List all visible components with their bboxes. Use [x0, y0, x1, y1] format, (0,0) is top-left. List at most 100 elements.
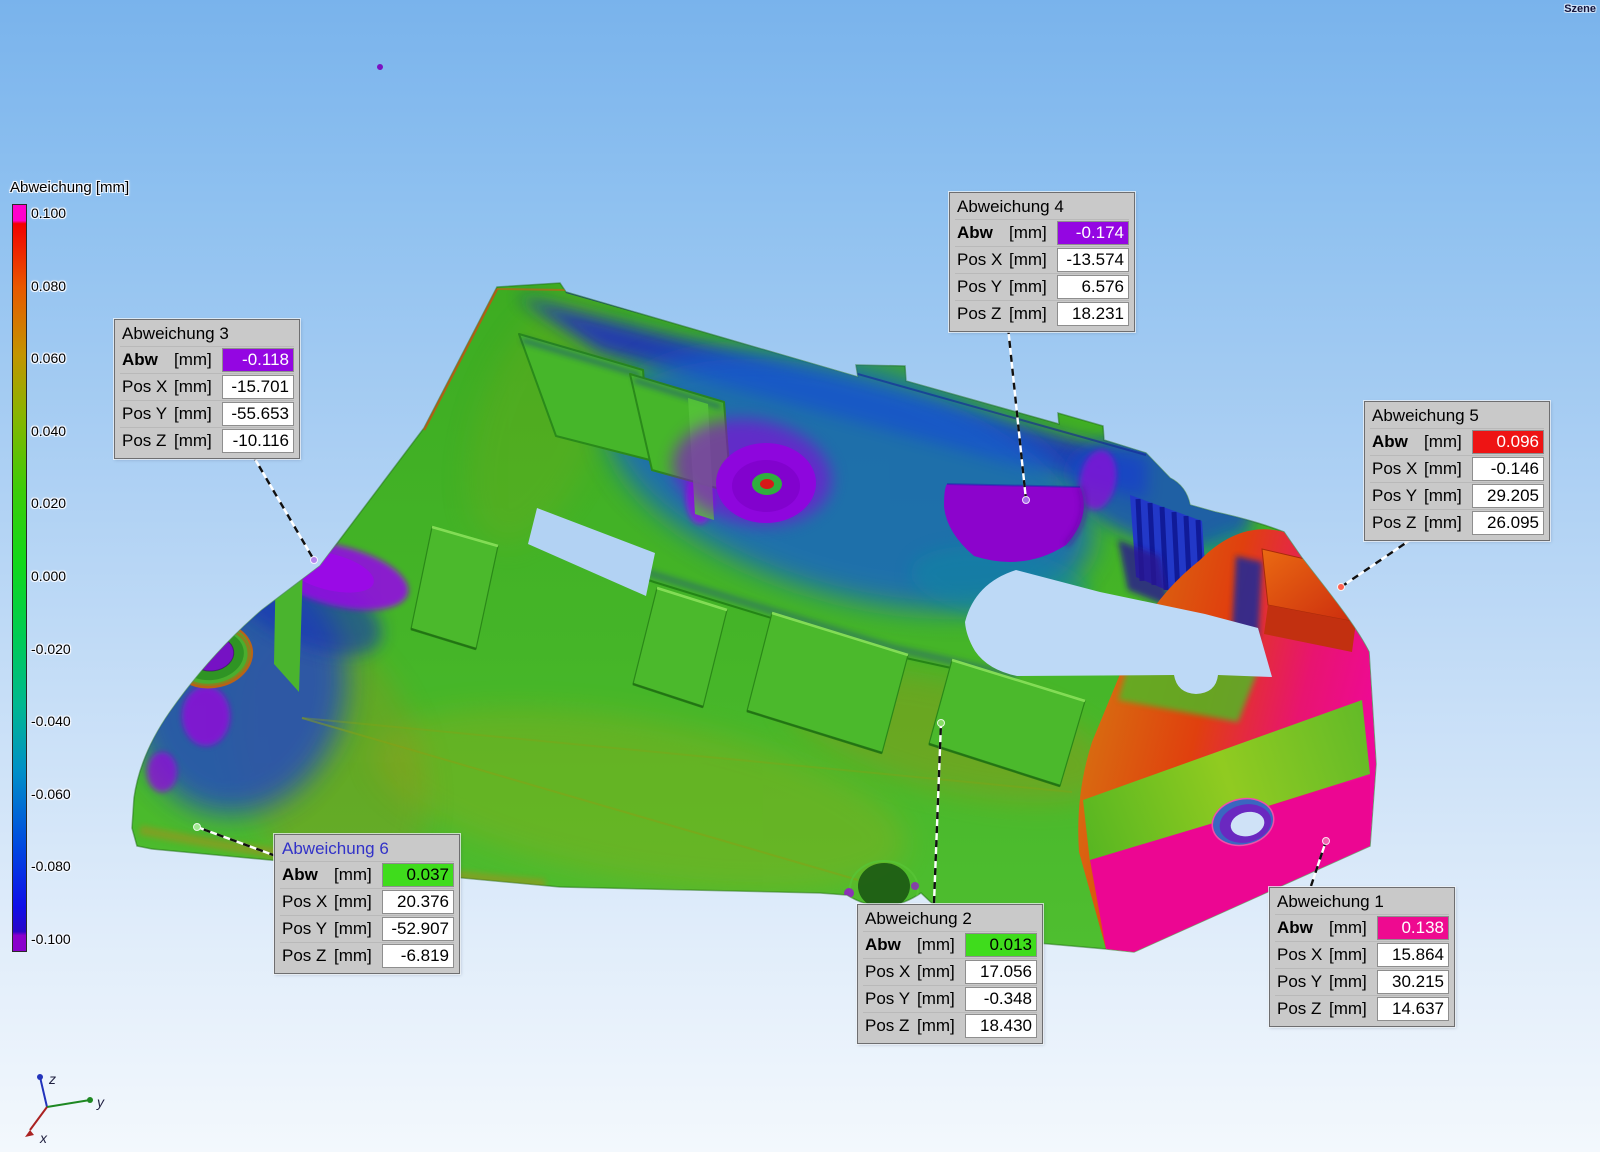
row-unit: [mm] — [1329, 918, 1367, 937]
scene-label: Szene — [1564, 3, 1596, 15]
colorbar-tick: 0.060 — [31, 350, 67, 367]
viewport-3d-scene[interactable]: z y x Abweichung [mm] 0.100 0.080 0.060 0.0… — [0, 0, 1600, 1152]
row-value: -6.819 — [382, 944, 454, 968]
colorbar-tick: 0.000 — [31, 568, 67, 584]
annotation-title: Abweichung 4 — [957, 197, 1064, 216]
annotation-title: Abweichung 6 — [282, 839, 389, 858]
annotation-row: Pos Y [mm] -55.653 — [120, 400, 294, 427]
row-unit: [mm] — [174, 350, 212, 369]
row-label: Pos Z — [122, 431, 167, 450]
row-unit: [mm] — [334, 946, 372, 965]
row-value: 30.215 — [1377, 970, 1449, 994]
row-label: Pos Z — [282, 946, 327, 965]
axis-label-y: y — [96, 1094, 105, 1110]
row-label: Pos Y — [122, 404, 168, 423]
row-value: 26.095 — [1472, 511, 1544, 535]
row-value: -0.348 — [965, 987, 1037, 1011]
axis-label-x: x — [39, 1130, 48, 1146]
row-label: Abw — [282, 865, 318, 884]
row-label: Pos X — [957, 250, 1003, 269]
colorbar-tick: -0.100 — [31, 931, 71, 947]
row-value: 15.864 — [1377, 943, 1449, 967]
annotation-row: Pos Y [mm] -52.907 — [280, 915, 454, 942]
row-value: 18.231 — [1057, 302, 1129, 326]
annotation-row: Pos X [mm] -13.574 — [955, 246, 1129, 273]
annotation-row: Pos X [mm] 17.056 — [863, 958, 1037, 985]
leader-line-dashes — [250, 453, 316, 561]
row-unit: [mm] — [1009, 250, 1047, 269]
row-label: Pos Y — [957, 277, 1003, 296]
annotation-box-abweichung-3[interactable]: Abweichung 3 Abw [mm] -0.118 Pos X [mm] -15.70… — [113, 318, 301, 460]
row-value: 0.096 — [1472, 430, 1544, 454]
row-label: Pos X — [1277, 945, 1323, 964]
row-unit: [mm] — [917, 935, 955, 954]
colorbar-tick: 0.080 — [31, 277, 67, 294]
row-unit: [mm] — [1329, 945, 1367, 964]
row-label: Pos Y — [865, 989, 911, 1008]
row-label: Pos Z — [865, 1016, 910, 1035]
row-unit: [mm] — [917, 962, 955, 981]
measurement-point[interactable] — [1322, 837, 1330, 845]
measurement-point[interactable] — [310, 556, 318, 564]
row-unit: [mm] — [1424, 513, 1462, 532]
measurement-point[interactable] — [193, 823, 201, 831]
annotation-row: Pos X [mm] 15.864 — [1275, 941, 1449, 968]
measurement-point[interactable] — [1337, 583, 1345, 591]
colorbar-tick: 0.100 — [31, 205, 67, 221]
row-unit: [mm] — [1009, 304, 1047, 323]
colorbar-tick: -0.040 — [31, 713, 71, 730]
annotation-box-abweichung-6[interactable]: Abweichung 6 Abw [mm] 0.037 Pos X [mm] 20.376 P… — [273, 833, 461, 975]
annotation-row: Pos Y [mm] 6.576 — [955, 273, 1129, 300]
measurement-point[interactable] — [937, 719, 945, 727]
row-value: 20.376 — [382, 890, 454, 914]
row-label: Abw — [1372, 432, 1408, 451]
row-value: -0.146 — [1472, 457, 1544, 481]
row-label: Abw — [122, 350, 158, 369]
row-value: 0.037 — [382, 863, 454, 887]
annotation-box-abweichung-1[interactable]: Abweichung 1 Abw [mm] 0.138 Pos X [mm] 15.864 P… — [1268, 886, 1456, 1028]
row-unit: [mm] — [1009, 277, 1047, 296]
row-value: 29.205 — [1472, 484, 1544, 508]
annotation-row: Pos Z [mm] -10.116 — [120, 427, 294, 454]
axis-label-z: z — [48, 1071, 56, 1087]
row-unit: [mm] — [174, 377, 212, 396]
annotation-row: Abw [mm] 0.037 — [280, 861, 454, 888]
row-value: 0.013 — [965, 933, 1037, 957]
annotation-title: Abweichung 3 — [122, 324, 229, 343]
row-value: -55.653 — [222, 402, 294, 426]
annotation-row: Pos Z [mm] 18.430 — [863, 1012, 1037, 1039]
annotation-box-abweichung-4[interactable]: Abweichung 4 Abw [mm] -0.174 Pos X [mm] -13.57… — [948, 191, 1136, 333]
annotation-title: Abweichung 1 — [1277, 892, 1384, 911]
annotation-title: Abweichung 5 — [1372, 406, 1479, 425]
row-label: Abw — [957, 223, 993, 242]
row-label: Pos X — [122, 377, 168, 396]
colorbar-tick: 0.020 — [31, 495, 67, 512]
annotation-box-abweichung-2[interactable]: Abweichung 2 Abw [mm] 0.013 Pos X [mm] 17.056 P… — [856, 903, 1044, 1045]
row-label: Pos Y — [282, 919, 328, 938]
row-value: 18.430 — [965, 1014, 1037, 1038]
annotation-row: Pos Y [mm] 30.215 — [1275, 968, 1449, 995]
annotation-row: Pos Y [mm] 29.205 — [1370, 482, 1544, 509]
row-label: Pos X — [282, 892, 328, 911]
row-value: -15.701 — [222, 375, 294, 399]
annotation-row: Pos X [mm] 20.376 — [280, 888, 454, 915]
row-unit: [mm] — [334, 865, 372, 884]
annotation-row: Pos Z [mm] 18.231 — [955, 300, 1129, 327]
colorbar-tick: -0.080 — [31, 858, 71, 875]
annotation-box-abweichung-5[interactable]: Abweichung 5 Abw [mm] 0.096 Pos X [mm] -0.146 P… — [1363, 400, 1551, 542]
row-unit: [mm] — [917, 989, 955, 1008]
row-value: -13.574 — [1057, 248, 1129, 272]
row-label: Abw — [865, 935, 901, 954]
measurement-point[interactable] — [1022, 496, 1030, 504]
row-unit: [mm] — [1424, 486, 1462, 505]
colorbar-tick: -0.020 — [31, 640, 71, 657]
row-label: Pos Y — [1372, 486, 1418, 505]
annotation-row: Pos X [mm] -0.146 — [1370, 455, 1544, 482]
annotation-title: Abweichung 2 — [865, 909, 972, 928]
row-value: 17.056 — [965, 960, 1037, 984]
row-value: -52.907 — [382, 917, 454, 941]
annotation-row: Pos X [mm] -15.701 — [120, 373, 294, 400]
colorbar-tick: -0.060 — [31, 785, 71, 802]
annotation-row: Abw [mm] -0.118 — [120, 346, 294, 373]
colorbar-tick: 0.040 — [31, 422, 67, 439]
